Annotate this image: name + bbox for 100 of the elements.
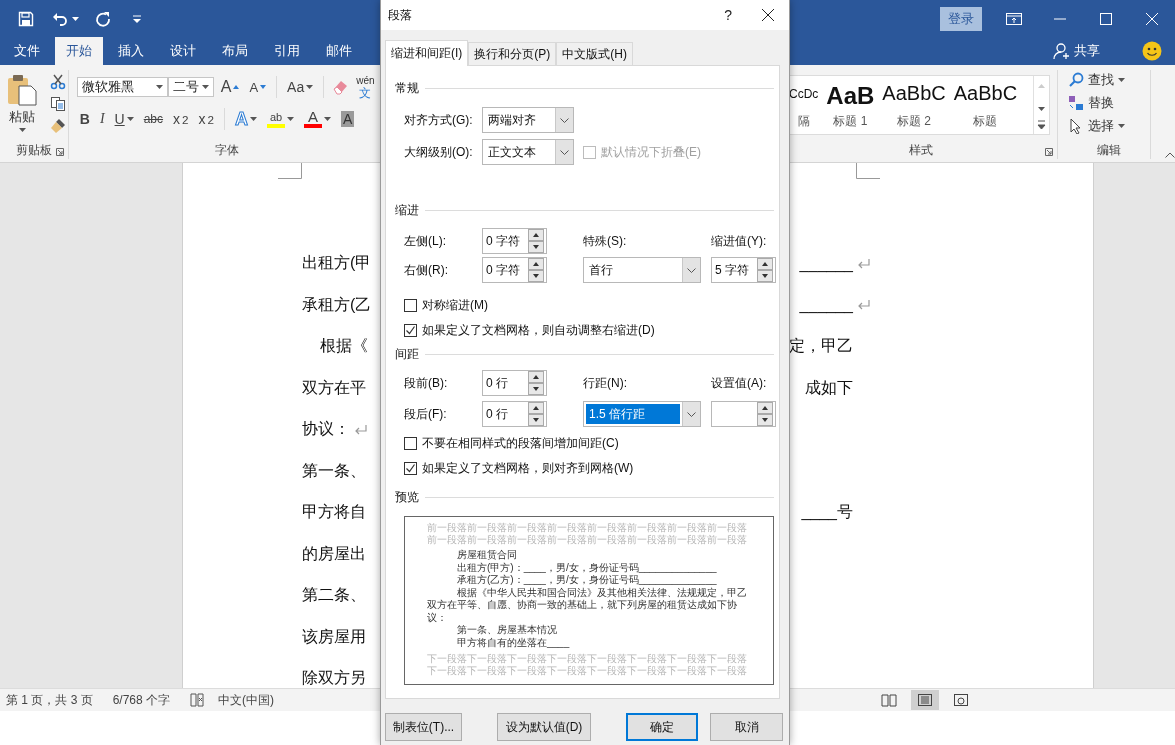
caret-icon [250, 117, 257, 121]
strike-button[interactable]: abc [140, 108, 167, 130]
gallery-scrollbar[interactable] [1033, 76, 1049, 134]
share-button[interactable]: 共享 [1074, 42, 1100, 60]
language-status[interactable]: 中文(中国) [218, 691, 275, 709]
help-button[interactable]: ? [724, 7, 732, 23]
font-size-field[interactable]: 二号 [167, 77, 214, 97]
document-text: 的房屋出 [302, 543, 366, 564]
checkbox[interactable] [404, 436, 417, 450]
find-button[interactable]: 查找 [1068, 70, 1125, 90]
launcher-icon[interactable] [1045, 148, 1053, 156]
line-spacing-select[interactable]: 1.5 倍行距 [583, 401, 701, 427]
launcher-icon[interactable] [55, 148, 64, 156]
dialog-button[interactable]: 制表位(T)... [385, 713, 462, 741]
spin-arrows-icon [528, 258, 544, 282]
replace-button[interactable]: 替换 [1068, 93, 1125, 113]
right-indent-field[interactable]: 0 字符 [482, 257, 547, 283]
highlight-button[interactable]: ab [264, 108, 297, 130]
ribbon-tab[interactable]: 开始 [55, 37, 103, 65]
ribbon-display-icon[interactable] [1006, 12, 1022, 25]
dialog-button[interactable]: 设为默认值(D) [497, 713, 591, 741]
word-count[interactable]: 6/768 个字 [112, 691, 171, 709]
underline-button[interactable]: U [111, 108, 137, 130]
space-before-field[interactable]: 0 行 [482, 370, 547, 396]
paste-button[interactable]: 粘贴 [0, 70, 44, 141]
page-count[interactable]: 第 1 页，共 3 页 [6, 691, 93, 709]
dialog-title: 段落 [388, 6, 412, 24]
style-item[interactable]: CcDc 隔 [785, 76, 823, 134]
left-indent-field[interactable]: 0 字符 [482, 228, 547, 254]
dialog-button[interactable]: 取消 [710, 713, 783, 741]
caret-icon [155, 85, 163, 89]
outline-level-select[interactable]: 正文文本 [482, 139, 574, 165]
group-label: 样式 [909, 141, 933, 159]
save-icon[interactable] [18, 10, 34, 27]
group-label: 字体 [215, 141, 240, 159]
grow-font-button[interactable]: A [217, 76, 243, 98]
phonetic-guide-button[interactable]: wén 文 [353, 76, 378, 98]
caret-icon [18, 128, 26, 132]
document-text: 第二条、 [302, 585, 366, 606]
ribbon-tab[interactable]: 邮件 [315, 37, 363, 65]
caret-icon [201, 85, 209, 89]
style-item[interactable]: AaBbC 标题 2 [878, 76, 950, 134]
checkbox[interactable] [404, 323, 417, 337]
ribbon-tab[interactable]: 引用 [263, 37, 311, 65]
proofing-icon[interactable] [190, 693, 205, 707]
field-label: 段前(B): [404, 374, 449, 392]
shrink-font-button[interactable]: A [246, 76, 270, 98]
chevron-icon [687, 267, 696, 273]
minimize-icon[interactable] [1054, 17, 1066, 20]
alignment-select[interactable]: 两端对齐 [482, 107, 574, 133]
style-item[interactable]: AaBbC 标题 [949, 76, 1022, 134]
spacing-value-field[interactable] [711, 401, 776, 427]
dialog-tab[interactable]: 换行和分页(P) [468, 42, 557, 65]
dialog-tab[interactable]: 中文版式(H) [556, 42, 633, 65]
dialog-tab[interactable]: 缩进和间距(I) [385, 40, 469, 66]
caret-icon [72, 16, 79, 21]
checkbox[interactable] [404, 461, 417, 475]
redo-icon[interactable] [95, 10, 111, 27]
section-heading: 间距 [395, 345, 419, 363]
font-name-field[interactable]: 微软雅黑 [76, 77, 168, 97]
document-text: ____号 [801, 502, 853, 523]
paintbrush-icon[interactable] [50, 118, 66, 134]
preview-text: 承租方(乙方)：____，男/女，身份证号码______________ [456, 574, 718, 587]
ribbon-tab[interactable]: 文件 [3, 37, 51, 65]
change-case-button[interactable]: Aa [284, 76, 317, 98]
document-text: 承租方(乙 [302, 294, 372, 315]
view-button[interactable] [911, 690, 939, 710]
space-after-field[interactable]: 0 行 [482, 401, 547, 427]
preview-text: 根据《中华人民共和国合同法》及其他相关法律、法规规定，甲乙双方在平等、自愿、协商一致的基础上，就下列房屋的租赁达成如下协议： [427, 586, 748, 624]
indent-by-field[interactable]: 5 字符 [711, 257, 776, 283]
copy-icon[interactable] [50, 96, 66, 112]
document-text: ______ [799, 254, 853, 273]
dialog-button[interactable]: 确定 [626, 713, 698, 741]
ribbon-tab[interactable]: 设计 [159, 37, 207, 65]
spin-arrows-icon [528, 402, 544, 426]
style-item[interactable]: AaB 标题 1 [822, 76, 879, 134]
chevron-icon [560, 149, 569, 155]
scissors-icon[interactable] [50, 74, 66, 90]
checkbox[interactable] [404, 298, 417, 312]
margin-corner-icon [856, 163, 880, 179]
maximize-icon[interactable] [1100, 12, 1112, 25]
read-mode-icon [881, 693, 897, 707]
font-color-button[interactable]: A [301, 108, 334, 130]
bold-button[interactable]: B [76, 108, 93, 130]
document-text: 定，甲乙 [789, 336, 853, 357]
close-icon[interactable] [762, 9, 774, 21]
smiley-icon[interactable] [1142, 41, 1162, 61]
collapse-ribbon-icon[interactable] [1165, 152, 1175, 158]
group-label: 编辑 [1097, 141, 1121, 159]
italic-button[interactable]: I [96, 108, 108, 130]
customize-icon[interactable] [133, 14, 141, 23]
field-label: 特殊(S): [583, 232, 628, 250]
field-label: 对齐方式(G): [404, 111, 474, 129]
ribbon-tab[interactable]: 布局 [211, 37, 259, 65]
sign-in-button[interactable]: 登录 [940, 6, 982, 31]
select-button[interactable]: 选择 [1068, 116, 1125, 136]
special-indent-select[interactable]: 首行 [583, 257, 701, 283]
ribbon-tab[interactable]: 插入 [107, 37, 155, 65]
spin-arrows-icon [757, 258, 773, 282]
chevron-icon [687, 411, 696, 417]
